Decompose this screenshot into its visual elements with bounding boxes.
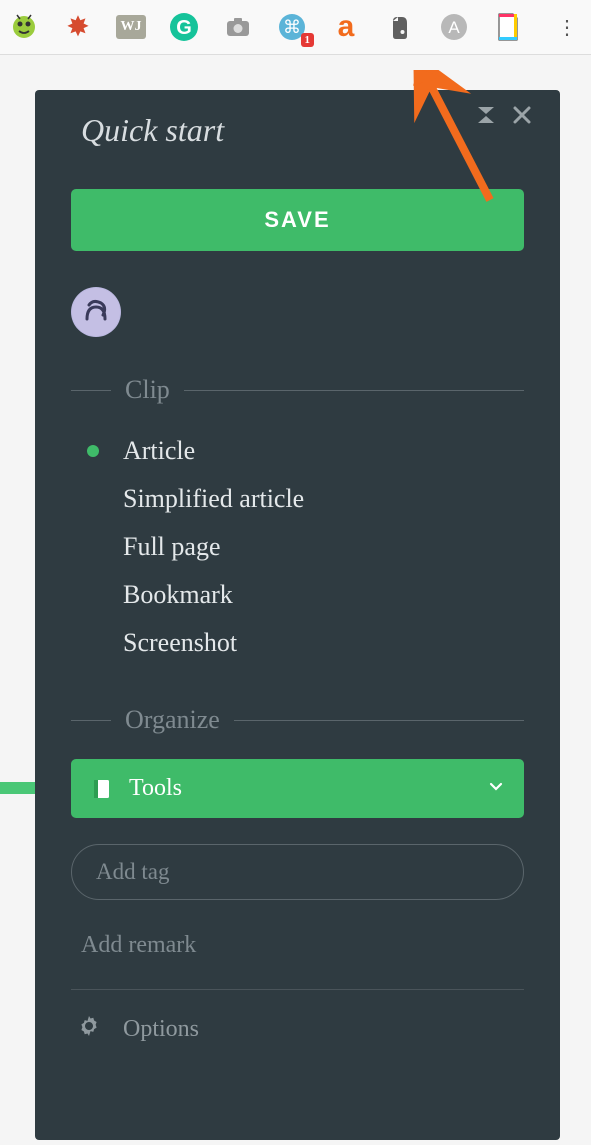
gear-icon [77,1014,101,1045]
camera-icon[interactable] [222,11,254,43]
section-header-clip: Clip [71,375,524,405]
evernote-icon[interactable] [384,11,416,43]
browser-menu-icon[interactable]: ⋮ [557,15,583,40]
organize-section: Organize Tools Add remark Options [71,705,524,1045]
panel-header: Quick start [35,90,560,159]
inactive-dot-icon [87,493,99,505]
a-circle-icon[interactable]: A [438,11,470,43]
notebook-label: Tools [129,775,472,802]
close-icon[interactable] [512,105,532,131]
inactive-dot-icon [87,541,99,553]
panel-controls [476,105,532,131]
divider-line [184,390,524,391]
section-header-organize: Organize [71,705,524,735]
divider-line [71,390,111,391]
grammarly-icon[interactable]: G [168,11,200,43]
extension-star-icon[interactable]: ✸ [62,11,94,43]
badge-count: 1 [301,33,315,47]
clip-option-simplified[interactable]: Simplified article [87,475,524,523]
clip-options-list: Article Simplified article Full page Boo… [71,427,524,667]
options-link[interactable]: Options [71,1014,524,1045]
avatar[interactable] [71,287,121,337]
clip-option-screenshot[interactable]: Screenshot [87,619,524,667]
section-label: Clip [125,375,170,405]
clip-option-article[interactable]: Article [87,427,524,475]
page-highlight-strip [0,782,35,794]
clip-option-fullpage[interactable]: Full page [87,523,524,571]
panel-body: SAVE Clip Article Simplified article [35,159,560,1065]
collapse-icon[interactable] [476,105,496,131]
save-button[interactable]: SAVE [71,189,524,251]
inactive-dot-icon [87,589,99,601]
evernote-clipper-panel: Quick start SAVE Clip Artic [35,90,560,1140]
chevron-down-icon [488,778,504,799]
amazon-assistant-icon[interactable] [8,11,40,43]
remark-input[interactable]: Add remark [71,932,524,990]
clip-section: Clip Article Simplified article Full pag… [71,375,524,667]
svg-text:⌘: ⌘ [283,17,301,37]
clip-option-bookmark[interactable]: Bookmark [87,571,524,619]
letter-a-icon[interactable]: a [330,11,362,43]
svg-text:G: G [176,17,192,39]
command-icon[interactable]: ⌘ 1 [276,11,308,43]
svg-text:A: A [448,18,460,37]
note-icon[interactable] [492,11,524,43]
panel-title: Quick start [81,112,224,149]
options-label: Options [123,1016,199,1043]
notebook-selector[interactable]: Tools [71,759,524,818]
inactive-dot-icon [87,637,99,649]
active-dot-icon [87,445,99,457]
tag-input[interactable] [71,844,524,900]
divider-line [234,720,524,721]
section-label: Organize [125,705,220,735]
notebook-icon [91,778,113,800]
wj-icon[interactable]: WJ [116,15,146,39]
browser-extension-toolbar: ✸ WJ G ⌘ 1 a A ⋮ [0,0,591,55]
divider-line [71,720,111,721]
